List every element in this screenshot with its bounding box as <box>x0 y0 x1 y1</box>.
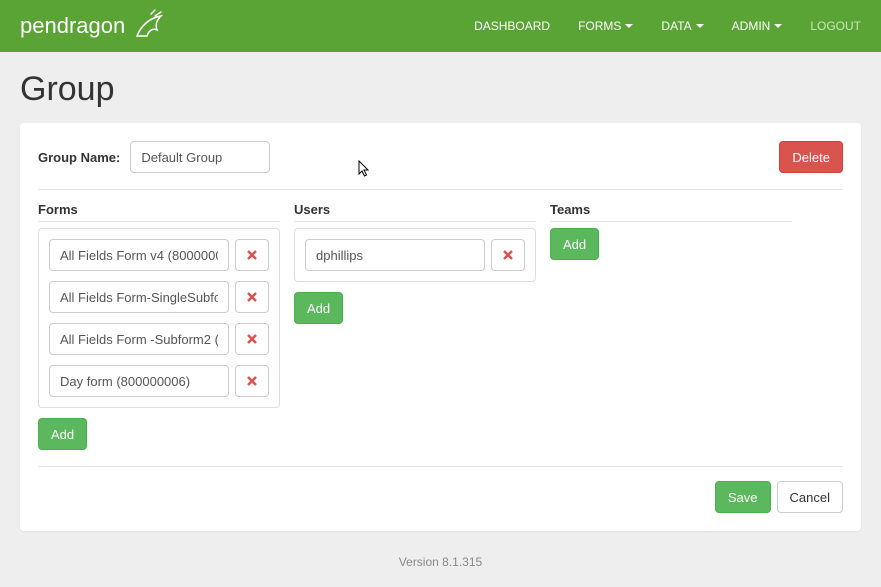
nav-dashboard[interactable]: DASHBOARD <box>474 19 550 33</box>
close-icon <box>246 375 258 387</box>
add-form-button[interactable]: Add <box>38 418 87 450</box>
nav-forms-label: FORMS <box>578 19 621 33</box>
remove-button[interactable] <box>491 239 525 271</box>
version-text: Version 8.1.315 <box>0 555 881 569</box>
user-item-input[interactable] <box>305 239 485 271</box>
list-item <box>49 281 269 313</box>
nav-logout[interactable]: LOGOUT <box>810 19 861 33</box>
close-icon <box>246 291 258 303</box>
nav-data[interactable]: DATA <box>661 19 703 33</box>
remove-button[interactable] <box>235 323 269 355</box>
nav-admin-label: ADMIN <box>732 19 771 33</box>
add-team-button[interactable]: Add <box>550 228 599 260</box>
users-heading: Users <box>294 202 536 222</box>
forms-heading: Forms <box>38 202 280 222</box>
nav-data-label: DATA <box>661 19 691 33</box>
main-card: Group Name: Delete Forms <box>20 123 861 531</box>
brand-logo[interactable]: pendragon <box>20 8 167 44</box>
nav-menu: DASHBOARD FORMS DATA ADMIN LOGOUT <box>474 19 861 33</box>
form-item-input[interactable] <box>49 323 229 355</box>
delete-button[interactable]: Delete <box>779 141 843 173</box>
group-name-row: Group Name: <box>38 141 270 173</box>
users-column: Users Add <box>294 202 536 450</box>
form-item-input[interactable] <box>49 365 229 397</box>
close-icon <box>246 249 258 261</box>
teams-heading: Teams <box>550 202 792 222</box>
remove-button[interactable] <box>235 239 269 271</box>
list-item <box>305 239 525 271</box>
list-item <box>49 323 269 355</box>
nav-forms[interactable]: FORMS <box>578 19 633 33</box>
list-item <box>49 239 269 271</box>
page-title: Group <box>20 70 861 109</box>
list-item <box>49 365 269 397</box>
group-name-label: Group Name: <box>38 150 120 165</box>
users-panel <box>294 228 536 282</box>
chevron-down-icon <box>625 24 633 28</box>
chevron-down-icon <box>774 24 782 28</box>
form-item-input[interactable] <box>49 281 229 313</box>
add-user-button[interactable]: Add <box>294 292 343 324</box>
close-icon <box>246 333 258 345</box>
forms-column: Forms Add <box>38 202 280 450</box>
save-button[interactable]: Save <box>715 481 771 513</box>
remove-button[interactable] <box>235 281 269 313</box>
chevron-down-icon <box>696 24 704 28</box>
remove-button[interactable] <box>235 365 269 397</box>
header-row: Group Name: Delete <box>38 141 843 190</box>
nav-admin[interactable]: ADMIN <box>732 19 783 33</box>
footer-actions: Save Cancel <box>38 466 843 513</box>
nav-logout-label: LOGOUT <box>810 19 861 33</box>
close-icon <box>502 249 514 261</box>
nav-dashboard-label: DASHBOARD <box>474 19 550 33</box>
top-navbar: pendragon DASHBOARD FORMS DATA ADMIN LOG… <box>0 0 881 52</box>
forms-panel <box>38 228 280 408</box>
form-item-input[interactable] <box>49 239 229 271</box>
teams-column: Teams Add <box>550 202 792 450</box>
group-name-input[interactable] <box>130 141 270 173</box>
brand-text: pendragon <box>20 13 125 39</box>
cancel-button[interactable]: Cancel <box>777 481 843 513</box>
columns: Forms Add <box>38 202 843 450</box>
dragon-icon <box>131 8 167 44</box>
